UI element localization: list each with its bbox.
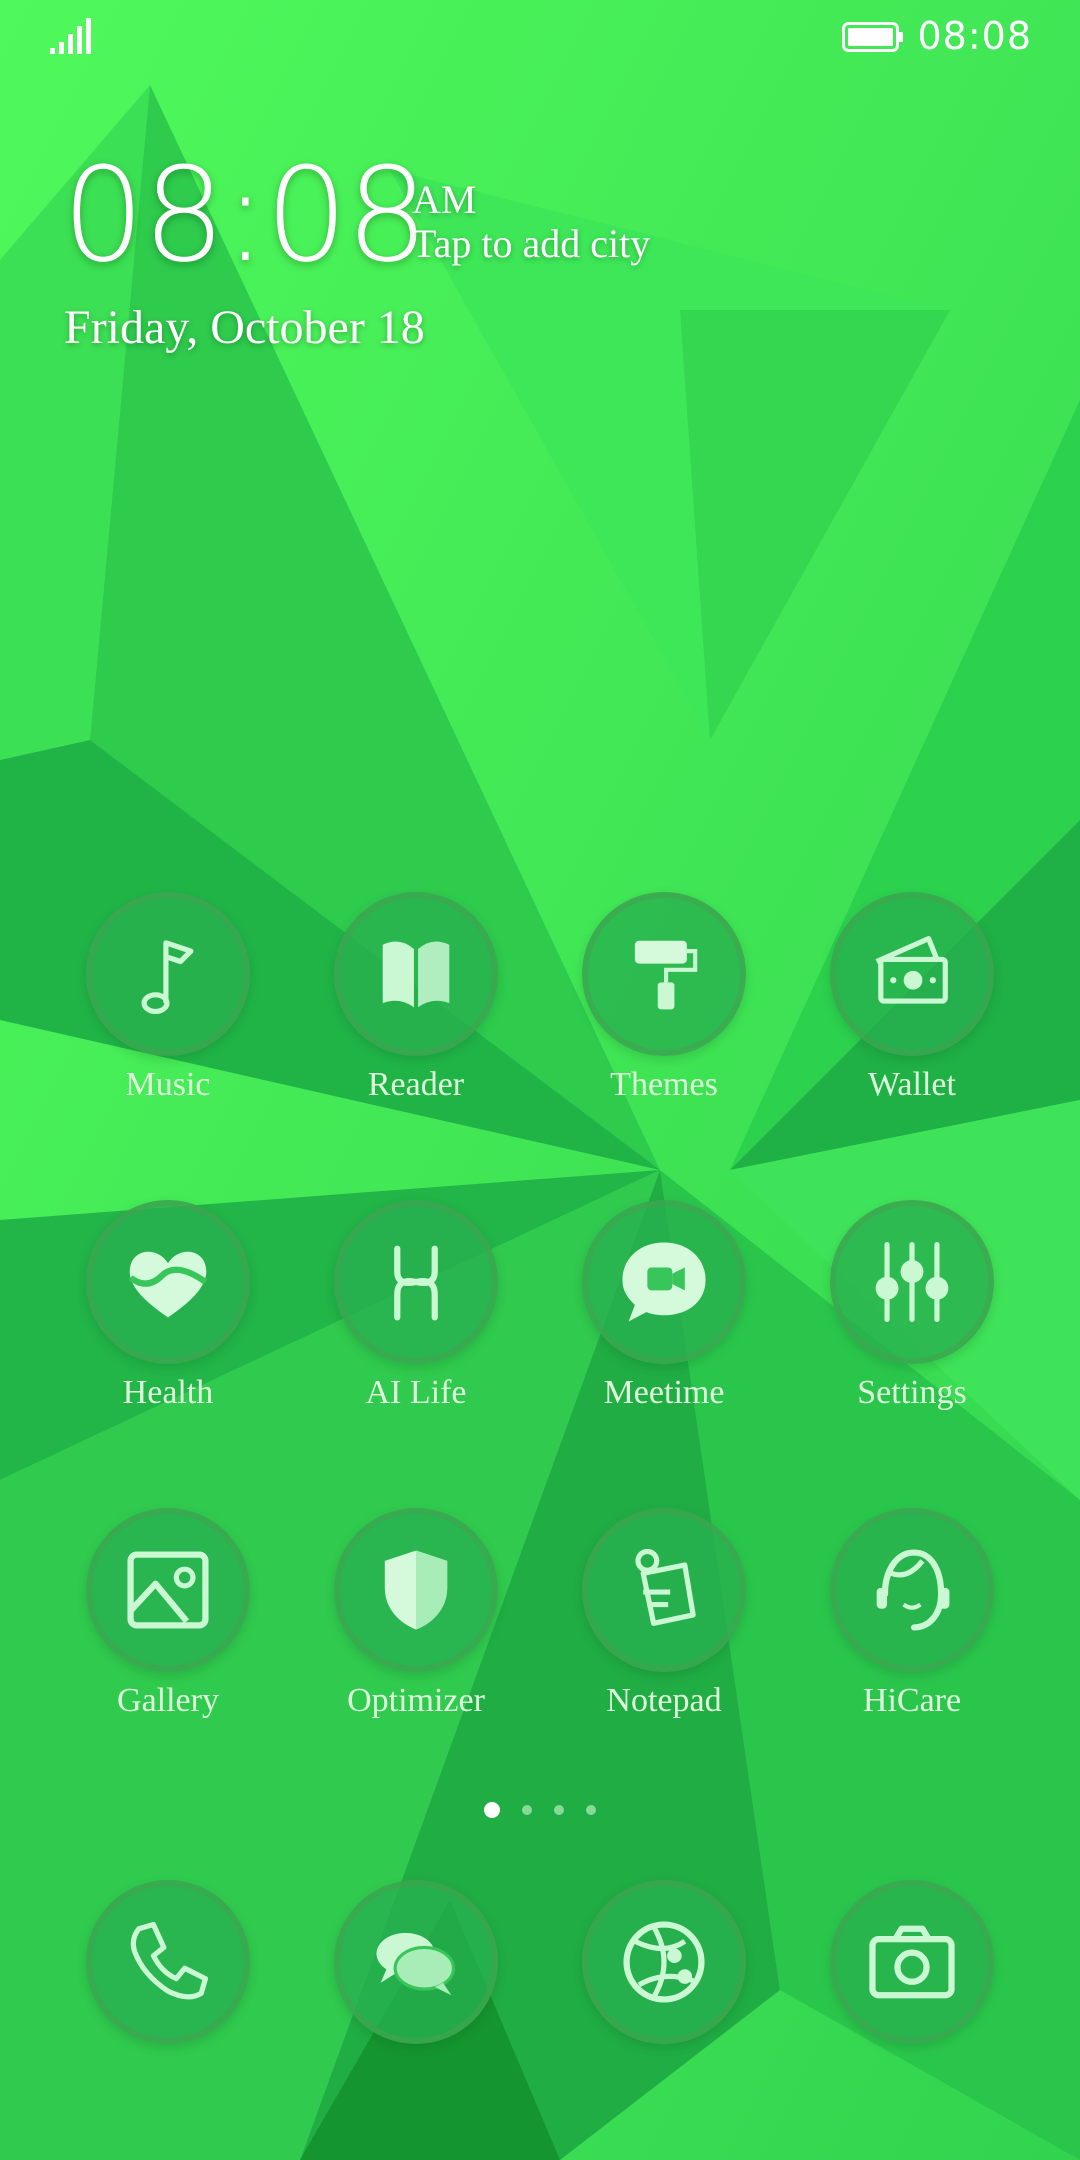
sliders-icon [875,1241,949,1323]
page-dot [554,1805,564,1815]
app-label: Optimizer [347,1682,485,1719]
video-chat-icon [622,1242,706,1322]
app-label: Wallet [868,1066,956,1103]
app-ai-life[interactable]: AI Life [292,1200,540,1412]
phone-icon [130,1921,209,2000]
camera-icon [869,1925,955,1999]
wallet-cash-icon [875,936,948,1004]
battery-full-icon [842,22,903,52]
app-label: AI Life [365,1374,467,1411]
message-bubbles-icon [376,1932,455,1996]
app-wallet[interactable]: Wallet [788,892,1036,1104]
status-bar-time: 08:08 [917,14,1032,58]
app-health[interactable]: Health [44,1200,292,1412]
paint-roller-icon [634,940,698,1010]
globe-icon [623,1921,705,2003]
page-dot [522,1805,532,1815]
add-city-link[interactable]: Tap to add city [412,220,650,267]
app-music[interactable]: Music [44,892,292,1104]
dock-browser[interactable] [540,1880,788,2044]
status-bar: 08:08 [0,0,1080,80]
ai-life-icon [394,1245,438,1321]
app-label: Themes [610,1066,718,1103]
shield-icon [384,1550,448,1630]
app-notepad[interactable]: Notepad [540,1508,788,1720]
headset-icon [876,1549,950,1631]
app-label: HiCare [862,1682,962,1719]
dock-camera[interactable] [788,1880,1036,2044]
app-hicare[interactable]: HiCare [788,1508,1036,1720]
app-label: Health [122,1374,214,1411]
heart-icon [128,1251,208,1318]
signal-bars-icon [50,18,91,54]
clock-ampm: AM [412,177,477,222]
app-label: Notepad [606,1682,722,1719]
page-dot [586,1805,596,1815]
app-themes[interactable]: Themes [540,892,788,1104]
dock-phone[interactable] [44,1880,292,2044]
app-label: Music [125,1066,211,1103]
app-meetime[interactable]: Meetime [540,1200,788,1412]
app-optimizer[interactable]: Optimizer [292,1508,540,1720]
app-reader[interactable]: Reader [292,892,540,1104]
clock-time[interactable]: 08:08 [62,150,429,280]
app-label: Gallery [117,1682,219,1719]
open-book-icon [382,941,450,1008]
music-note-icon [141,940,194,1015]
dock-messages[interactable] [292,1880,540,2044]
app-label: Meetime [603,1374,725,1411]
notepad-icon [635,1548,696,1626]
image-icon [127,1551,209,1629]
clock-date: Friday, October 18 [64,301,425,354]
app-gallery[interactable]: Gallery [44,1508,292,1720]
app-label: Settings [857,1374,967,1411]
page-dot-active [484,1802,500,1818]
page-indicator[interactable] [484,1802,596,1818]
app-label: Reader [367,1066,465,1103]
app-settings[interactable]: Settings [788,1200,1036,1412]
